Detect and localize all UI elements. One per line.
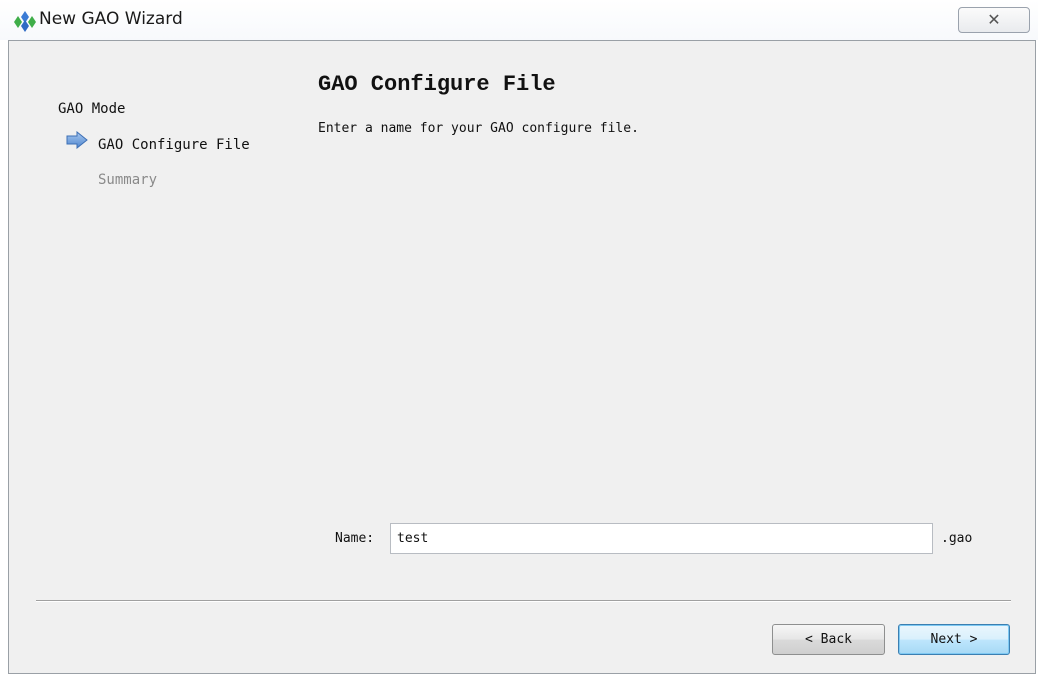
- step-summary: Summary: [98, 172, 158, 188]
- back-button[interactable]: < Back: [772, 624, 885, 655]
- name-input[interactable]: [390, 523, 933, 554]
- page-title: GAO Configure File: [318, 72, 556, 97]
- page-description: Enter a name for your GAO configure file…: [318, 121, 639, 136]
- close-icon: ✕: [987, 12, 1001, 29]
- title-bar: New GAO Wizard ✕: [0, 0, 1038, 40]
- next-button[interactable]: Next >: [898, 624, 1010, 655]
- gowin-logo-icon: [14, 11, 36, 32]
- step-gao-mode: GAO Mode: [58, 101, 126, 117]
- arrow-right-icon: [66, 131, 88, 149]
- extension-label: .gao: [941, 531, 973, 546]
- name-label: Name:: [335, 531, 375, 546]
- wizard-window: New GAO Wizard ✕ GAO Mode GAO Configure …: [0, 0, 1038, 682]
- step-gao-configure-file: GAO Configure File: [98, 137, 250, 153]
- footer-separator: [36, 600, 1011, 602]
- window-title: New GAO Wizard: [39, 9, 183, 29]
- close-button[interactable]: ✕: [958, 7, 1030, 33]
